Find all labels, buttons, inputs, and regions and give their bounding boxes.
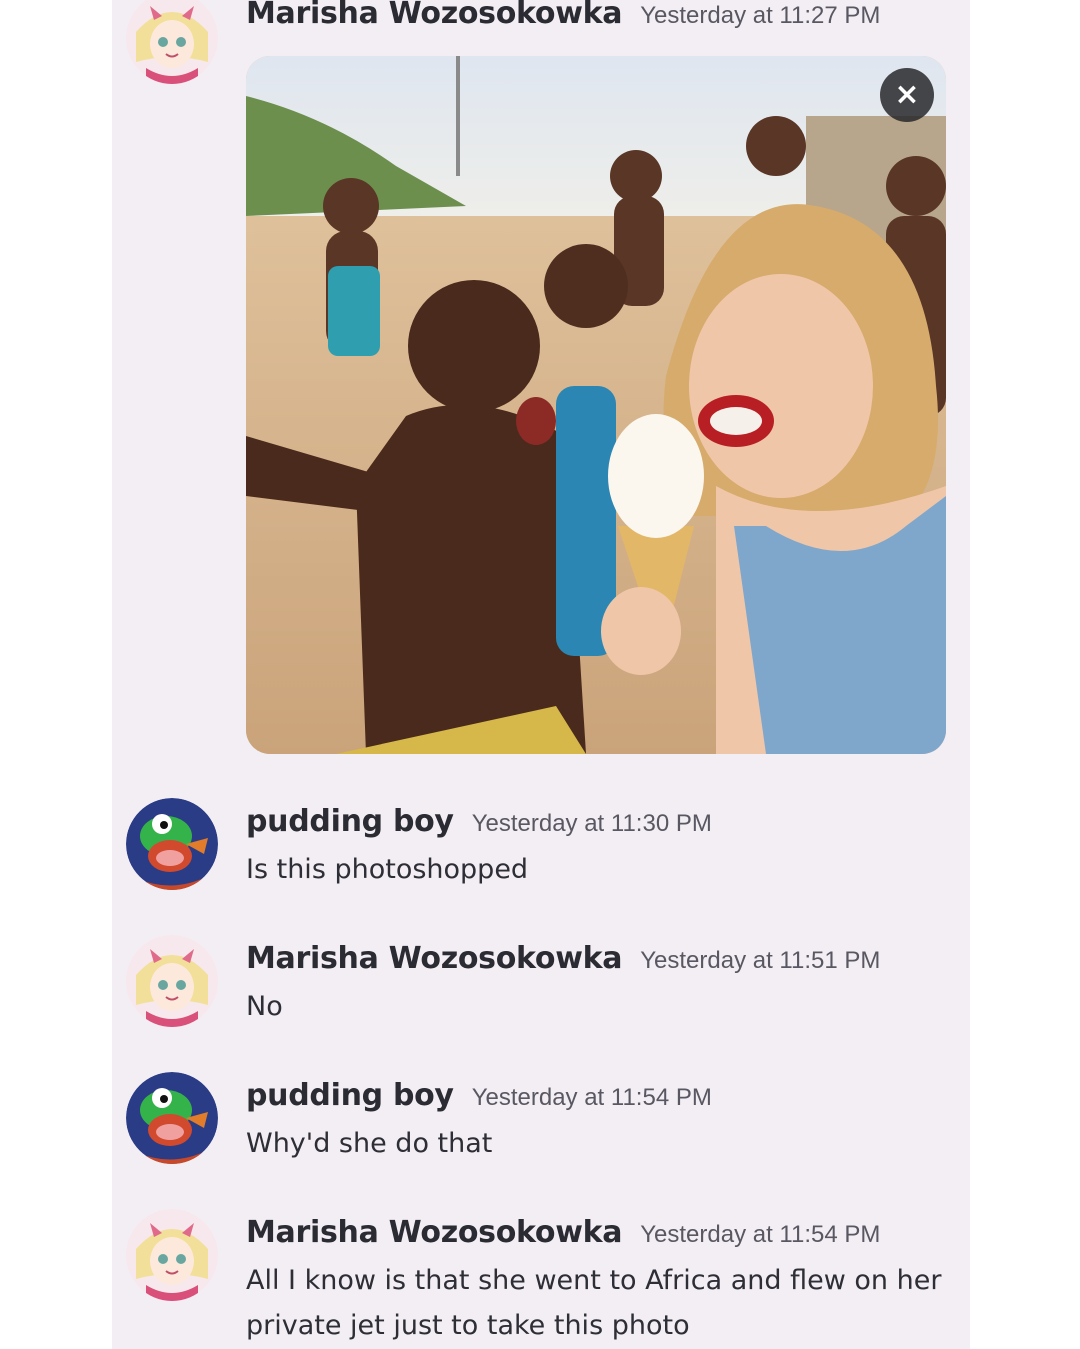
photo-attachment[interactable]: × xyxy=(246,56,946,754)
chat-message-list: Marisha Wozosokowka Yesterday at 11:27 PM xyxy=(112,0,970,1349)
chat-message: Marisha Wozosokowka Yesterday at 11:51 PM… xyxy=(112,935,970,1045)
timestamp: Yesterday at 11:54 PM xyxy=(640,1221,881,1248)
message-text: No xyxy=(246,991,283,1022)
chat-message: Marisha Wozosokowka Yesterday at 11:27 PM xyxy=(112,0,970,760)
left-margin xyxy=(0,0,112,1349)
username[interactable]: pudding boy xyxy=(246,1078,454,1113)
timestamp: Yesterday at 11:30 PM xyxy=(471,810,712,837)
message-header: Marisha Wozosokowka Yesterday at 11:27 PM xyxy=(246,0,880,31)
message-text: All I know is that she went to Africa an… xyxy=(246,1265,942,1341)
message-text: Is this photoshopped xyxy=(246,854,529,885)
green-dinosaur-avatar-icon[interactable] xyxy=(126,798,218,890)
chat-message: Marisha Wozosokowka Yesterday at 11:54 PM… xyxy=(112,1209,970,1349)
timestamp: Yesterday at 11:27 PM xyxy=(640,2,881,29)
message-text: Why'd she do that xyxy=(246,1128,493,1159)
username[interactable]: Marisha Wozosokowka xyxy=(246,941,623,976)
anime-girl-avatar-icon[interactable] xyxy=(126,0,218,84)
green-dinosaur-avatar-icon[interactable] xyxy=(126,1072,218,1164)
close-icon[interactable]: × xyxy=(880,68,934,122)
chat-message: pudding boy Yesterday at 11:30 PM Is this… xyxy=(112,798,970,908)
timestamp: Yesterday at 11:54 PM xyxy=(471,1084,712,1111)
right-margin xyxy=(970,0,1080,1349)
username[interactable]: Marisha Wozosokowka xyxy=(246,1215,623,1250)
message-header: Marisha Wozosokowka Yesterday at 11:51 PM xyxy=(246,941,880,976)
message-header: pudding boy Yesterday at 11:54 PM xyxy=(246,1078,712,1113)
timestamp: Yesterday at 11:51 PM xyxy=(640,947,881,974)
anime-girl-avatar-icon[interactable] xyxy=(126,1209,218,1301)
username[interactable]: Marisha Wozosokowka xyxy=(246,0,623,31)
chat-message: pudding boy Yesterday at 11:54 PM Why'd s… xyxy=(112,1072,970,1182)
anime-girl-avatar-icon[interactable] xyxy=(126,935,218,1027)
message-header: pudding boy Yesterday at 11:30 PM xyxy=(246,804,712,839)
username[interactable]: pudding boy xyxy=(246,804,454,839)
message-header: Marisha Wozosokowka Yesterday at 11:54 PM xyxy=(246,1215,880,1250)
